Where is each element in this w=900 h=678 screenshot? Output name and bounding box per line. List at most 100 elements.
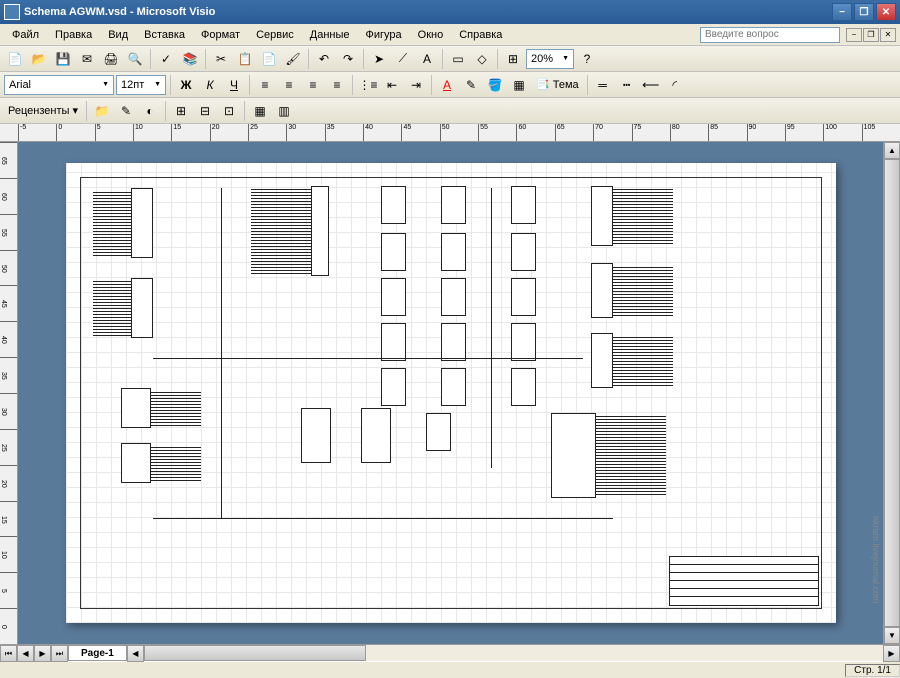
underline-icon[interactable]: Ч <box>223 74 245 96</box>
ic-chip[interactable] <box>511 368 536 406</box>
align-right-icon[interactable]: ≡ <box>302 74 324 96</box>
menu-insert[interactable]: Вставка <box>136 27 193 43</box>
decrease-indent-icon[interactable]: ⇤ <box>381 74 403 96</box>
font-size-dropdown[interactable]: 12пт▼ <box>116 75 166 95</box>
copy-icon[interactable]: 📋 <box>234 48 256 70</box>
scroll-thumb[interactable] <box>884 159 900 627</box>
ic-chip[interactable] <box>511 233 536 271</box>
ic-chip[interactable] <box>301 408 331 463</box>
menu-view[interactable]: Вид <box>100 27 136 43</box>
ic-chip[interactable] <box>441 368 466 406</box>
ic-chip[interactable] <box>381 278 406 316</box>
help-icon[interactable]: ? <box>576 48 598 70</box>
next-page-icon[interactable]: ▶ <box>34 645 51 662</box>
eraser-icon[interactable]: ◐ <box>139 100 161 122</box>
menu-shape[interactable]: Фигура <box>358 27 410 43</box>
help-search-input[interactable] <box>700 27 840 43</box>
stamp-icon[interactable]: ⊞ <box>502 48 524 70</box>
last-page-icon[interactable]: ⏭ <box>51 645 68 662</box>
next-markup-icon[interactable]: ⊡ <box>218 100 240 122</box>
ic-chip[interactable] <box>121 443 151 483</box>
rectangle-icon[interactable]: ▭ <box>447 48 469 70</box>
corner-rounding-icon[interactable]: ◜ <box>664 74 686 96</box>
text-icon[interactable]: A <box>416 48 438 70</box>
connector-icon[interactable]: ⟋ <box>392 48 414 70</box>
ic-chip[interactable] <box>511 323 536 361</box>
paste-icon[interactable]: 📄 <box>258 48 280 70</box>
doc-close-button[interactable]: ✕ <box>880 28 896 42</box>
first-page-icon[interactable]: ⏮ <box>0 645 17 662</box>
pointer-icon[interactable]: ➤ <box>368 48 390 70</box>
scroll-right-icon[interactable]: ▶ <box>883 645 900 662</box>
drawing-page[interactable] <box>66 163 836 623</box>
vertical-ruler[interactable]: 65605550454035302520151050 <box>0 142 18 644</box>
previous-markup-icon[interactable]: ⊟ <box>194 100 216 122</box>
menu-format[interactable]: Формат <box>193 27 248 43</box>
minimize-button[interactable]: − <box>832 3 852 21</box>
ic-chip[interactable] <box>311 186 329 276</box>
ic-chip[interactable] <box>591 333 613 388</box>
ic-chip[interactable] <box>511 186 536 224</box>
ic-chip[interactable] <box>121 388 151 428</box>
close-button[interactable]: ✕ <box>876 3 896 21</box>
menu-service[interactable]: Сервис <box>248 27 302 43</box>
vertical-scrollbar[interactable]: ▲ ▼ <box>883 142 900 644</box>
preview-icon[interactable]: 🔍 <box>124 48 146 70</box>
hscroll-thumb[interactable] <box>144 645 366 661</box>
font-dropdown[interactable]: Arial▼ <box>4 75 114 95</box>
ic-chip[interactable] <box>511 278 536 316</box>
ic-chip[interactable] <box>441 278 466 316</box>
menu-data[interactable]: Данные <box>302 27 358 43</box>
ic-chip[interactable] <box>131 188 153 258</box>
ic-chip[interactable] <box>381 233 406 271</box>
ic-chip[interactable] <box>361 408 391 463</box>
menu-file[interactable]: Файл <box>4 27 47 43</box>
ic-chip[interactable] <box>381 186 406 224</box>
scroll-up-icon[interactable]: ▲ <box>884 142 900 159</box>
scroll-down-icon[interactable]: ▼ <box>884 627 900 644</box>
ic-chip[interactable] <box>441 323 466 361</box>
redo-icon[interactable]: ↷ <box>337 48 359 70</box>
delete-markup-icon[interactable]: ▥ <box>273 100 295 122</box>
ic-chip[interactable] <box>426 413 451 451</box>
email-icon[interactable]: ✉ <box>76 48 98 70</box>
new-comment-icon[interactable]: 📁 <box>91 100 113 122</box>
bullets-icon[interactable]: ⋮≡ <box>357 74 379 96</box>
ic-chip[interactable] <box>381 323 406 361</box>
hscroll-track[interactable] <box>144 645 883 661</box>
italic-icon[interactable]: К <box>199 74 221 96</box>
bold-icon[interactable]: Ж <box>175 74 197 96</box>
format-painter-icon[interactable]: 🖌 <box>282 48 304 70</box>
maximize-button[interactable]: ❐ <box>854 3 874 21</box>
doc-restore-button[interactable]: ❐ <box>863 28 879 42</box>
zoom-dropdown[interactable]: 20%▼ <box>526 49 574 69</box>
ic-chip[interactable] <box>441 233 466 271</box>
line-ends-icon[interactable]: ⟵ <box>640 74 662 96</box>
align-center-icon[interactable]: ≡ <box>278 74 300 96</box>
cut-icon[interactable]: ✂ <box>210 48 232 70</box>
spelling-icon[interactable]: ✓ <box>155 48 177 70</box>
theme-button[interactable]: 📑 Тема <box>532 78 583 91</box>
ic-chip[interactable] <box>381 368 406 406</box>
ink-icon[interactable]: ✎ <box>115 100 137 122</box>
horizontal-scrollbar[interactable]: ◀ ▶ <box>127 645 900 661</box>
line-pattern-icon[interactable]: ┅ <box>616 74 638 96</box>
open-icon[interactable]: 📂 <box>28 48 50 70</box>
research-icon[interactable]: 📚 <box>179 48 201 70</box>
menu-help[interactable]: Справка <box>451 27 510 43</box>
canvas[interactable]: nkram.livejournal.com <box>18 142 883 644</box>
reviewing-pane-icon[interactable]: ▦ <box>249 100 271 122</box>
menu-edit[interactable]: Правка <box>47 27 100 43</box>
save-icon[interactable]: 💾 <box>52 48 74 70</box>
shapes-icon[interactable]: ◇ <box>471 48 493 70</box>
undo-icon[interactable]: ↶ <box>313 48 335 70</box>
new-icon[interactable]: 📄 <box>4 48 26 70</box>
reviewers-dropdown[interactable]: Рецензенты ▾ <box>4 104 82 117</box>
doc-minimize-button[interactable]: − <box>846 28 862 42</box>
ic-chip[interactable] <box>591 186 613 246</box>
ic-chip[interactable] <box>551 413 596 498</box>
scroll-left-icon[interactable]: ◀ <box>127 645 144 662</box>
ic-chip[interactable] <box>441 186 466 224</box>
page-tab[interactable]: Page-1 <box>68 645 127 661</box>
increase-indent-icon[interactable]: ⇥ <box>405 74 427 96</box>
